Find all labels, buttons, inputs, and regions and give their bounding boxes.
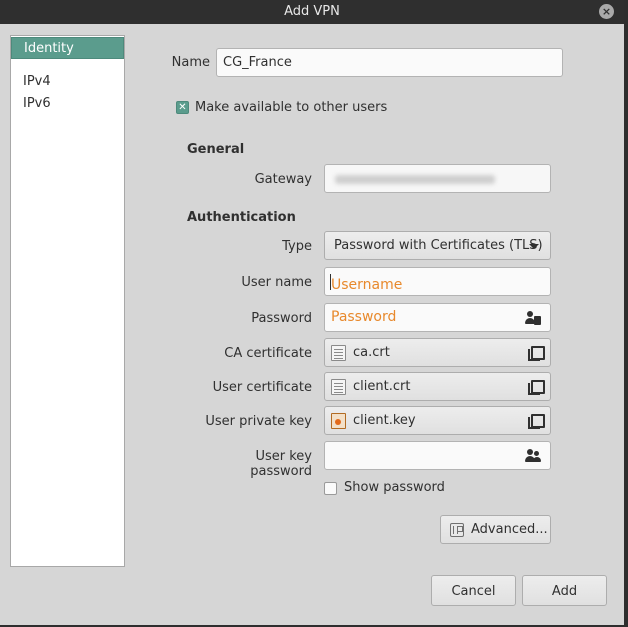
general-heading: General: [187, 142, 245, 157]
dialog-body: Identity IPv4 IPv6 Name CG_France ✕ Make…: [0, 24, 624, 625]
chevron-down-icon: [529, 244, 539, 249]
open-file-icon: [528, 414, 545, 429]
name-label: Name: [171, 55, 210, 70]
advanced-icon: [450, 523, 464, 537]
name-field[interactable]: CG_France: [216, 48, 563, 77]
share-checkbox[interactable]: ✕: [176, 101, 189, 114]
ca-certificate-chooser[interactable]: ca.crt: [324, 338, 551, 367]
password-placeholder: Password: [331, 309, 397, 325]
user-key-password-label: User key password: [250, 449, 312, 479]
user-private-key-value: client.key: [353, 413, 416, 428]
gateway-field[interactable]: [324, 164, 551, 193]
checkmark-icon: ✕: [178, 102, 187, 113]
sidebar-item-identity[interactable]: Identity: [11, 37, 124, 59]
type-dropdown[interactable]: Password with Certificates (TLS): [324, 231, 551, 260]
sidebar: Identity IPv4 IPv6: [10, 35, 125, 567]
share-label[interactable]: Make available to other users: [195, 100, 387, 115]
close-icon[interactable]: ×: [599, 4, 614, 19]
name-value: CG_France: [223, 55, 292, 70]
users-icon[interactable]: [525, 449, 541, 463]
username-placeholder: Username: [331, 277, 403, 293]
username-label: User name: [241, 275, 312, 290]
gateway-redacted-value: [335, 175, 495, 184]
type-value: Password with Certificates (TLS): [334, 238, 543, 253]
add-label: Add: [551, 584, 578, 599]
window-title: Add VPN: [284, 4, 340, 19]
sidebar-item-ipv4[interactable]: IPv4: [11, 71, 124, 93]
advanced-button[interactable]: Advanced...: [440, 515, 551, 544]
show-password-checkbox[interactable]: [324, 482, 337, 495]
gateway-label: Gateway: [254, 172, 312, 187]
open-file-icon: [528, 380, 545, 395]
user-private-key-chooser[interactable]: client.key: [324, 406, 551, 435]
authentication-heading: Authentication: [187, 210, 296, 225]
type-label: Type: [282, 239, 312, 254]
ca-certificate-label: CA certificate: [224, 346, 312, 361]
username-field[interactable]: Username: [324, 267, 551, 296]
ca-certificate-value: ca.crt: [353, 345, 390, 360]
open-file-icon: [528, 346, 545, 361]
advanced-label: Advanced...: [471, 522, 548, 537]
user-certificate-chooser[interactable]: client.crt: [324, 372, 551, 401]
add-button[interactable]: Add: [522, 575, 607, 606]
user-private-key-label: User private key: [205, 414, 312, 429]
user-certificate-label: User certificate: [212, 380, 312, 395]
sidebar-item-ipv6[interactable]: IPv6: [11, 93, 124, 115]
title-bar: Add VPN ×: [0, 0, 624, 24]
password-field[interactable]: Password: [324, 303, 551, 332]
show-password-label[interactable]: Show password: [344, 480, 445, 495]
file-icon: [331, 379, 346, 395]
cancel-label: Cancel: [451, 584, 496, 599]
cancel-button[interactable]: Cancel: [431, 575, 516, 606]
file-icon: [331, 345, 346, 361]
key-file-icon: [331, 413, 346, 429]
user-info-icon[interactable]: [525, 311, 541, 325]
password-label: Password: [251, 311, 312, 326]
user-certificate-value: client.crt: [353, 379, 411, 394]
user-key-password-field[interactable]: [324, 441, 551, 470]
